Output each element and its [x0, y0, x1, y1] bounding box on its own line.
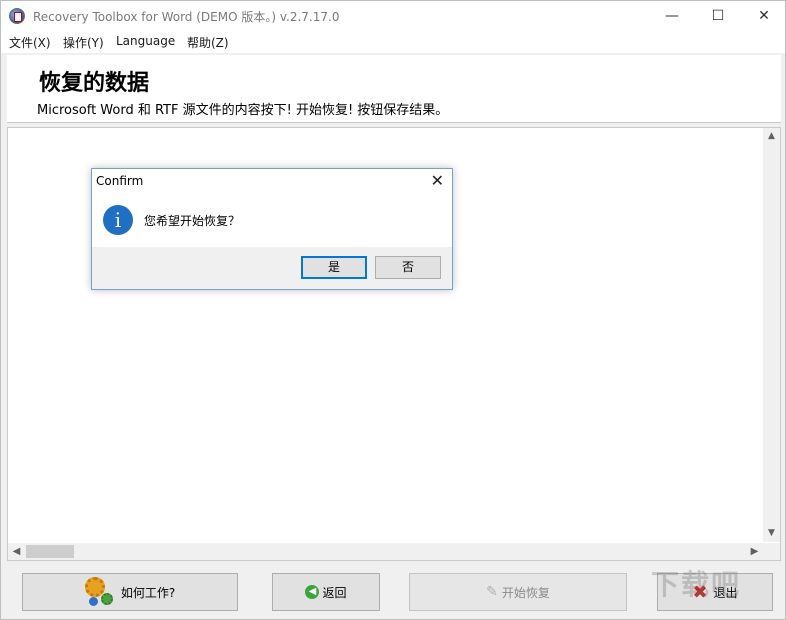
page-subtitle: Microsoft Word 和 RTF 源文件的内容按下! 开始恢复! 按钮保…	[37, 103, 449, 118]
watermark-logo: 下载吧	[651, 568, 742, 601]
info-icon: i	[103, 205, 133, 235]
dialog-body: i 您希望开始恢复？	[92, 193, 452, 247]
scroll-down-icon[interactable]: ▼	[763, 525, 780, 542]
how-it-works-button[interactable]: 如何工作?	[22, 573, 238, 611]
dialog-close-icon[interactable]: ✕	[431, 171, 444, 190]
vertical-scrollbar[interactable]: ▲ ▼	[763, 128, 780, 542]
page-title: 恢复的数据	[39, 70, 150, 96]
dialog-title-bar: Confirm ✕	[92, 169, 452, 193]
start-recovery-label: 开始恢复	[501, 585, 550, 600]
wand-icon: ✎	[486, 584, 498, 600]
step-header: 恢复的数据 Microsoft Word 和 RTF 源文件的内容按下! 开始恢…	[7, 55, 781, 123]
no-button[interactable]: 否	[375, 256, 441, 279]
how-it-works-label: 如何工作?	[120, 585, 176, 600]
confirm-dialog: Confirm ✕ i 您希望开始恢复？ 是 否	[91, 168, 453, 290]
scroll-right-icon[interactable]: ▶	[746, 543, 763, 560]
menu-file[interactable]: 文件(X)	[9, 34, 51, 51]
horizontal-scroll-thumb[interactable]	[26, 545, 74, 558]
start-recovery-button[interactable]: ✎ 开始恢复	[409, 573, 627, 611]
main-window: Recovery Toolbox for Word (DEMO 版本。) v.2…	[0, 0, 786, 620]
menu-bar: 文件(X) 操作(Y) Language 帮助(Z)	[1, 31, 785, 53]
app-icon	[9, 8, 25, 24]
dialog-message: 您希望开始恢复？	[144, 214, 241, 228]
gears-icon	[84, 577, 117, 607]
menu-operation[interactable]: 操作(Y)	[63, 34, 104, 51]
menu-help[interactable]: 帮助(Z)	[187, 34, 229, 51]
back-arrow-icon: ◀	[305, 585, 320, 599]
title-bar: Recovery Toolbox for Word (DEMO 版本。) v.2…	[1, 1, 785, 31]
back-label: 返回	[322, 585, 347, 600]
minimize-button[interactable]: —	[649, 1, 695, 31]
back-button[interactable]: ◀ 返回	[272, 573, 380, 611]
close-button[interactable]: ✕	[741, 1, 786, 31]
scroll-left-icon[interactable]: ◀	[8, 543, 25, 560]
dialog-title: Confirm	[96, 174, 144, 188]
window-title: Recovery Toolbox for Word (DEMO 版本。) v.2…	[33, 10, 340, 24]
yes-button[interactable]: 是	[301, 256, 367, 279]
menu-language[interactable]: Language	[116, 34, 175, 48]
horizontal-scrollbar[interactable]: ◀ ▶	[8, 543, 780, 560]
maximize-button[interactable]: ☐	[695, 1, 741, 31]
scroll-up-icon[interactable]: ▲	[763, 128, 780, 145]
